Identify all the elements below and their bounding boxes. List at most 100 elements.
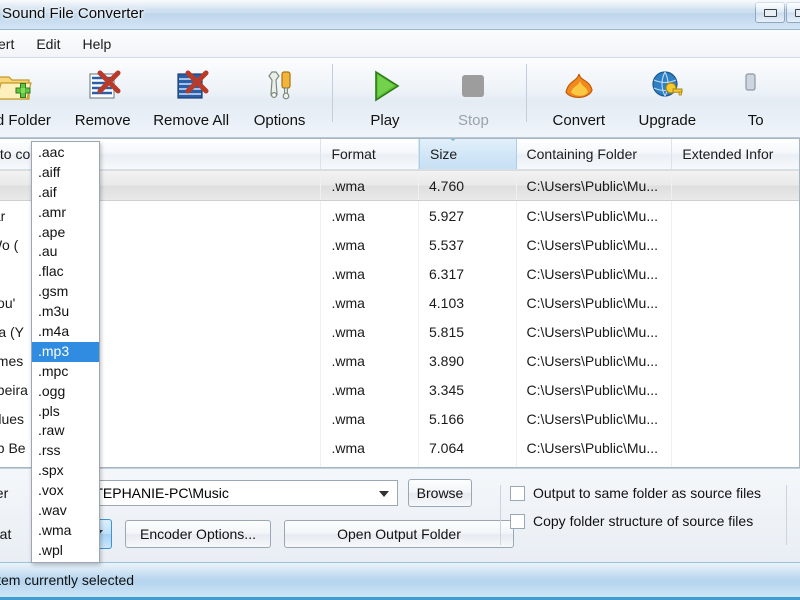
file-list[interactable]: s to co Format Size Containing Folder Ex… bbox=[0, 138, 800, 468]
cell-format: .wma bbox=[321, 433, 419, 462]
cell-extended-information bbox=[672, 201, 799, 230]
column-header-size-label: Size bbox=[429, 146, 458, 162]
dropdown-option-wav[interactable]: .wav bbox=[32, 501, 99, 521]
chevron-down-icon bbox=[379, 491, 389, 497]
output-folder-combo[interactable]: STEPHANIE-PC\Music bbox=[78, 480, 398, 506]
file-list-body: a .wma 4.760 C:\Users\Public\Mu... tar .… bbox=[0, 170, 799, 467]
tools-icon bbox=[736, 66, 776, 106]
cell-format: .wma bbox=[321, 404, 419, 433]
output-same-folder-checkbox[interactable] bbox=[510, 485, 525, 501]
dropdown-option-wpl[interactable]: .wpl bbox=[32, 541, 99, 561]
column-header-format[interactable]: Format bbox=[321, 139, 419, 169]
convert-icon bbox=[559, 66, 599, 106]
open-output-folder-button[interactable]: Open Output Folder bbox=[284, 520, 514, 548]
cell-size: 7.064 bbox=[419, 433, 517, 462]
toolbar-stop-label: Stop bbox=[458, 112, 489, 129]
cell-format: .wma bbox=[321, 317, 419, 346]
cell-size: 5.166 bbox=[419, 404, 517, 433]
dropdown-option-mp3[interactable]: .mp3 bbox=[32, 341, 99, 362]
cell-containing-folder: C:\Users\Public\Mu... bbox=[517, 288, 673, 317]
title-bar[interactable]: Sound File Converter bbox=[0, 0, 800, 30]
toolbar-stop-button: Stop bbox=[429, 58, 517, 134]
table-row[interactable]: rra (Y .wma 5.815 C:\Users\Public\Mu... bbox=[0, 317, 799, 346]
cell-containing-folder: C:\Users\Public\Mu... bbox=[517, 346, 673, 375]
menu-help[interactable]: Help bbox=[71, 33, 122, 55]
cell-extended-information bbox=[672, 171, 799, 200]
dropdown-option-wma[interactable]: .wma bbox=[32, 521, 99, 541]
dropdown-option-ape[interactable]: .ape bbox=[32, 223, 99, 243]
copy-folder-structure-checkbox-row[interactable]: Copy folder structure of source files bbox=[510, 513, 761, 529]
toolbar-remove-button[interactable]: Remove bbox=[58, 58, 146, 134]
output-same-folder-checkbox-row[interactable]: Output to same folder as source files bbox=[510, 485, 761, 501]
status-bar: item currently selected bbox=[0, 562, 800, 600]
column-header-extended-information[interactable]: Extended Infor bbox=[672, 139, 799, 169]
cell-size: 3.890 bbox=[419, 346, 517, 375]
minimize-button[interactable] bbox=[755, 2, 785, 23]
panel-divider-2 bbox=[786, 485, 787, 545]
dropdown-option-raw[interactable]: .raw bbox=[32, 421, 99, 441]
output-format-dropdown-list[interactable]: .aac .aiff .aif .amr .ape .au .flac .gsm… bbox=[31, 141, 100, 563]
toolbar-remove-all-button[interactable]: Remove All bbox=[147, 58, 235, 134]
table-row[interactable]: tar .wma 5.927 C:\Users\Public\Mu... bbox=[0, 201, 799, 230]
dropdown-option-au[interactable]: .au bbox=[32, 242, 99, 262]
maximize-button[interactable] bbox=[786, 2, 800, 23]
toolbar-tools-label: To bbox=[747, 112, 764, 129]
toolbar-play-button[interactable]: Play bbox=[341, 58, 429, 134]
table-row[interactable]: e .wma 6.317 C:\Users\Public\Mu... bbox=[0, 259, 799, 288]
table-row[interactable]: You' .wma 4.103 C:\Users\Public\Mu... bbox=[0, 288, 799, 317]
toolbar-options-label: Options bbox=[253, 112, 306, 129]
toolbar-upgrade-button[interactable]: Upgrade bbox=[623, 58, 711, 134]
dropdown-option-rss[interactable]: .rss bbox=[32, 441, 99, 461]
cell-containing-folder: C:\Users\Public\Mu... bbox=[517, 201, 673, 230]
dropdown-option-aif[interactable]: .aif bbox=[32, 183, 99, 203]
dropdown-option-aac[interactable]: .aac bbox=[32, 143, 99, 163]
toolbar-tools-button[interactable]: To bbox=[712, 58, 800, 134]
dropdown-option-amr[interactable]: .amr bbox=[32, 203, 99, 223]
table-row[interactable]: omes .wma 3.890 C:\Users\Public\Mu... bbox=[0, 346, 799, 375]
upgrade-icon bbox=[647, 66, 687, 106]
toolbar-separator-2 bbox=[525, 64, 527, 122]
cell-containing-folder: C:\Users\Public\Mu... bbox=[517, 317, 673, 346]
toolbar-add-folder-label: Add Folder bbox=[0, 112, 51, 129]
column-header-size[interactable]: Size bbox=[418, 139, 517, 169]
dropdown-option-mpc[interactable]: .mpc bbox=[32, 362, 99, 382]
file-list-header: s to co Format Size Containing Folder Ex… bbox=[0, 139, 799, 170]
cell-size: 4.103 bbox=[419, 288, 517, 317]
output-format-label: mat bbox=[0, 526, 12, 542]
copy-folder-structure-checkbox[interactable] bbox=[510, 513, 525, 529]
browse-button[interactable]: Browse bbox=[408, 479, 472, 507]
column-header-containing-folder[interactable]: Containing Folder bbox=[517, 139, 673, 169]
toolbar-add-folder-button[interactable]: Add Folder bbox=[0, 58, 58, 134]
dropdown-option-ogg[interactable]: .ogg bbox=[32, 382, 99, 402]
cell-size: 3.345 bbox=[419, 375, 517, 404]
dropdown-option-vox[interactable]: .vox bbox=[32, 481, 99, 501]
table-row[interactable]: obeira .wma 3.345 C:\Users\Public\Mu... bbox=[0, 375, 799, 404]
menu-convert[interactable]: vert bbox=[0, 33, 25, 55]
toolbar-options-button[interactable]: Options bbox=[235, 58, 323, 134]
window-controls bbox=[754, 2, 800, 23]
dropdown-option-flac[interactable]: .flac bbox=[32, 262, 99, 282]
dropdown-option-m4a[interactable]: .m4a bbox=[32, 322, 99, 342]
toolbar-remove-label: Remove bbox=[74, 112, 131, 129]
cell-extended-information bbox=[672, 404, 799, 433]
cell-size: 5.927 bbox=[419, 201, 517, 230]
dropdown-option-pls[interactable]: .pls bbox=[32, 402, 99, 422]
table-row[interactable]: Wo ( .wma 5.537 C:\Users\Public\Mu... bbox=[0, 230, 799, 259]
cell-containing-folder: C:\Users\Public\Mu... bbox=[517, 404, 673, 433]
table-row[interactable]: Blues .wma 5.166 C:\Users\Public\Mu... bbox=[0, 404, 799, 433]
cell-format: .wma bbox=[321, 346, 419, 375]
dropdown-option-m3u[interactable]: .m3u bbox=[32, 302, 99, 322]
dropdown-option-aiff[interactable]: .aiff bbox=[32, 163, 99, 183]
dropdown-option-gsm[interactable]: .gsm bbox=[32, 282, 99, 302]
toolbar-play-label: Play bbox=[370, 112, 400, 129]
table-row[interactable]: a .wma 4.760 C:\Users\Public\Mu... bbox=[0, 170, 799, 201]
encoder-options-button[interactable]: Encoder Options... bbox=[125, 520, 271, 548]
cell-extended-information bbox=[672, 230, 799, 259]
dropdown-option-spx[interactable]: .spx bbox=[32, 461, 99, 481]
output-folder-label: der bbox=[0, 485, 9, 501]
menu-edit[interactable]: Edit bbox=[25, 33, 71, 55]
toolbar-convert-button[interactable]: Convert bbox=[535, 58, 623, 134]
cell-containing-folder: C:\Users\Public\Mu... bbox=[517, 171, 673, 200]
table-row[interactable]: ep Be .wma 7.064 C:\Users\Public\Mu... bbox=[0, 433, 799, 462]
copy-folder-structure-label: Copy folder structure of source files bbox=[533, 513, 754, 529]
